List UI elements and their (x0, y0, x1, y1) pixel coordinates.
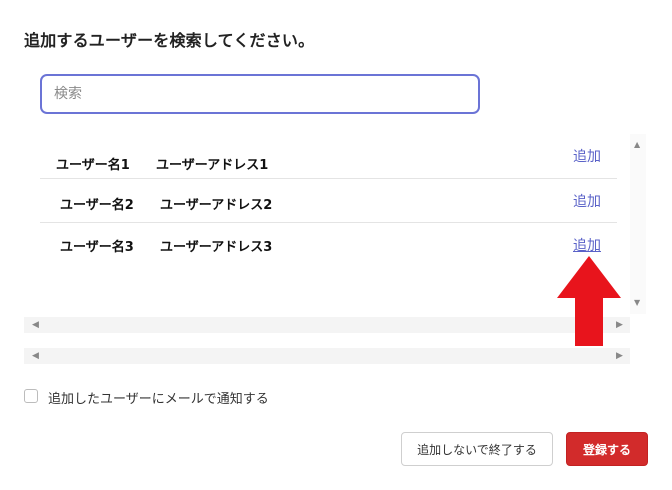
user-name: ユーザー名3 (60, 240, 134, 255)
red-arrow-up-icon (557, 256, 621, 346)
table-row: ユーザー名2 ユーザーアドレス2 追加 (40, 178, 617, 223)
user-address: ユーザーアドレス3 (160, 240, 273, 255)
dialog-title: 追加するユーザーを検索してください。 (24, 31, 315, 50)
finish-without-adding-button[interactable]: 追加しないで終了する (401, 432, 553, 466)
horizontal-scrollbar[interactable]: ◀ ▶ (24, 348, 630, 364)
add-user-link[interactable]: 追加 (573, 146, 601, 166)
add-user-link[interactable]: 追加 (573, 191, 601, 211)
notify-email-checkbox[interactable] (24, 389, 38, 403)
table-row: ユーザー名1 ユーザーアドレス1 追加 (40, 134, 617, 178)
table-row: ユーザー名3 ユーザーアドレス3 追加 (40, 222, 617, 267)
add-user-dialog: 追加するユーザーを検索してください。 ユーザー名1 ユーザーアドレス1 追加 ユ… (0, 0, 672, 490)
scroll-left-icon[interactable]: ◀ (32, 320, 39, 330)
arrow-shape (557, 256, 621, 346)
scroll-left-icon[interactable]: ◀ (32, 351, 39, 361)
scroll-up-icon[interactable]: ▲ (634, 140, 640, 149)
horizontal-scrollbar[interactable]: ◀ ▶ (24, 317, 630, 333)
scroll-right-icon[interactable]: ▶ (616, 351, 623, 361)
scroll-down-icon[interactable]: ▼ (634, 298, 640, 307)
user-address: ユーザーアドレス2 (160, 198, 273, 213)
notify-email-label: 追加したユーザーにメールで通知する (48, 392, 269, 407)
user-address: ユーザーアドレス1 (156, 158, 269, 173)
register-button[interactable]: 登録する (566, 432, 648, 466)
user-name: ユーザー名2 (60, 198, 134, 213)
search-input[interactable] (40, 74, 480, 114)
vertical-scrollbar[interactable]: ▲ ▼ (630, 134, 646, 314)
add-user-link[interactable]: 追加 (573, 235, 601, 255)
user-list: ユーザー名1 ユーザーアドレス1 追加 ユーザー名2 ユーザーアドレス2 追加 … (24, 134, 630, 314)
user-name: ユーザー名1 (56, 158, 130, 173)
